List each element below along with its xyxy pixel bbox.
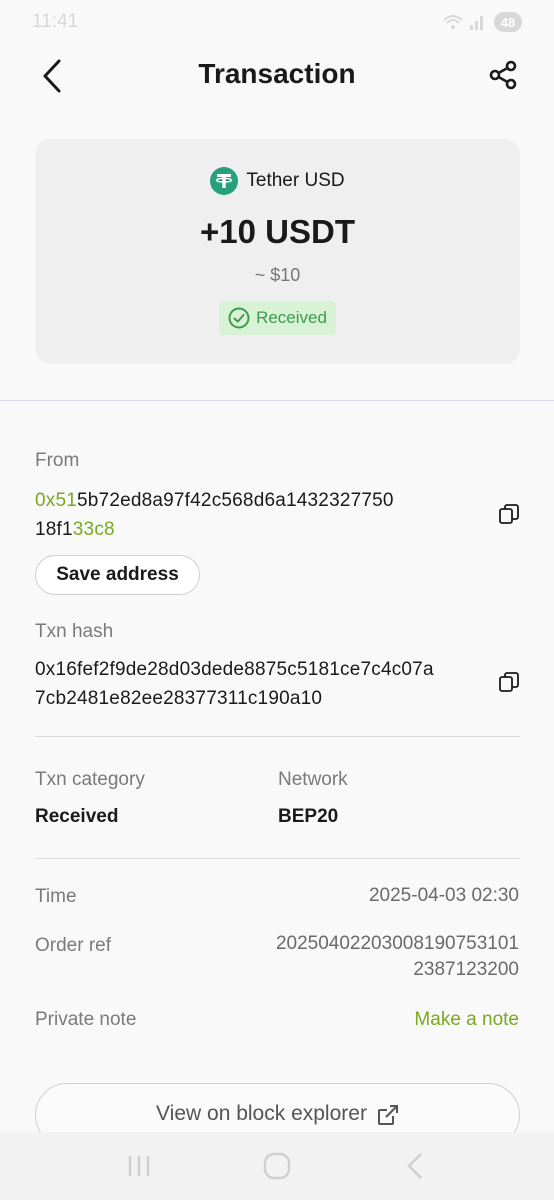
fiat-value: ~ $10: [254, 265, 301, 285]
copy-hash-icon[interactable]: [498, 671, 520, 693]
recent-apps-button[interactable]: [119, 1146, 159, 1186]
order-ref-label: Order ref: [35, 935, 112, 956]
txn-hash-line-1: 0x16fef2f9de28d03dede8875c5181ce7c4c07a: [35, 659, 434, 680]
home-icon: [263, 1152, 291, 1180]
private-note-label: Private note: [35, 1009, 137, 1030]
transaction-summary-card: Tether USD +10 USDT ~ $10 Received: [35, 139, 520, 364]
time-value: 2025-04-03 02:30: [368, 885, 519, 906]
save-address-button[interactable]: Save address: [35, 555, 200, 595]
status-bar: 11:41 48: [0, 0, 554, 44]
txn-hash-label: Txn hash: [35, 621, 114, 642]
tether-logo-icon: [210, 167, 239, 195]
external-link-icon: [377, 1105, 398, 1125]
status-badge: Received: [219, 301, 336, 335]
from-label: From: [35, 450, 80, 471]
txn-category-value: Received: [35, 806, 119, 827]
order-ref-value: 20250402203008190753101 2387123200: [276, 931, 519, 983]
network-value: BEP20: [278, 806, 339, 827]
battery-indicator: 48: [494, 12, 522, 32]
section-divider: [0, 400, 554, 401]
order-ref-line-1: 20250402203008190753101: [275, 933, 519, 954]
amount: +10 USDT: [200, 213, 355, 250]
time-label: Time: [35, 886, 77, 907]
txn-hash-value[interactable]: 0x16fef2f9de28d03dede8875c5181ce7c4c07a …: [35, 655, 434, 713]
txn-hash-line-2: 7cb2481e82ee28377311c190a10: [35, 688, 323, 709]
check-circle-icon: [228, 307, 250, 329]
from-address[interactable]: 0x515b72ed8a97f42c568d6a1432327750 18f13…: [35, 486, 394, 544]
order-ref-line-2: 2387123200: [413, 959, 519, 980]
divider: [35, 858, 520, 859]
network-label: Network: [278, 769, 348, 790]
header: Transaction: [0, 50, 554, 102]
explorer-button-label: View on block explorer: [156, 1102, 367, 1125]
status-icons-group: 48: [442, 12, 522, 32]
share-button[interactable]: [486, 58, 520, 92]
token-name: Tether USD: [246, 170, 345, 191]
make-note-link[interactable]: Make a note: [414, 1009, 519, 1031]
from-address-suffix: 33c8: [72, 519, 115, 540]
token-row: Tether USD: [35, 167, 520, 195]
page-title: Transaction: [198, 58, 356, 89]
wifi-signal-icon: [443, 15, 483, 30]
from-address-mid-2: 18f1: [35, 519, 73, 540]
back-nav-button[interactable]: [395, 1146, 435, 1186]
recent-apps-icon: [128, 1156, 150, 1176]
back-arrow-icon: [407, 1153, 422, 1179]
txn-category-label: Txn category: [35, 769, 145, 790]
home-button[interactable]: [257, 1146, 297, 1186]
from-address-mid-1: 5b72ed8a97f42c568d6a1432327750: [77, 490, 394, 511]
divider: [35, 736, 520, 737]
system-navigation-bar: [0, 1132, 554, 1200]
from-address-prefix: 0x51: [35, 490, 78, 511]
status-badge-label: Received: [256, 308, 327, 327]
status-time: 11:41: [32, 11, 79, 32]
share-icon: [489, 60, 517, 90]
copy-address-icon[interactable]: [498, 503, 520, 525]
